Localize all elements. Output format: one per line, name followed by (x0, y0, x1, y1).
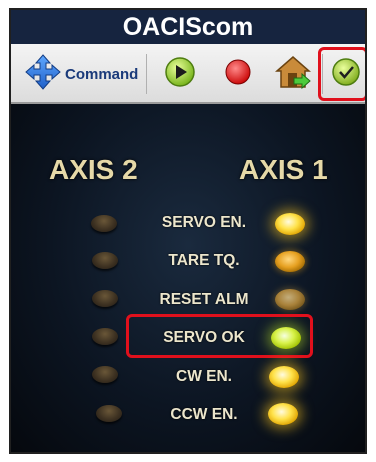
command-label: Command (65, 65, 139, 83)
axis-2-header: AXIS 2 (49, 154, 138, 185)
home-exit-icon (274, 53, 312, 96)
record-icon (224, 58, 252, 91)
oaciscom-window: OACIScom Command AXIS 2 AXIS 1 SERVO EN.… (9, 8, 367, 454)
axis-2-led-cw-en (92, 366, 118, 383)
checkmark-highlight (318, 47, 365, 101)
move-arrows-icon (25, 53, 61, 95)
axis-2-led-servo-ok (92, 328, 118, 345)
axis-2-led-reset-alm (92, 290, 118, 307)
row-label-ccw-en: CCW EN. (170, 406, 238, 423)
axis-2-led-tare-tq (92, 252, 118, 269)
play-button[interactable] (163, 56, 197, 93)
play-icon (164, 56, 196, 93)
home-exit-button[interactable] (273, 54, 313, 94)
axis-1-led-ccw-en (268, 403, 298, 425)
row-label-servo-en: SERVO EN. (161, 214, 247, 231)
axis-1-led-reset-alm (275, 289, 305, 310)
row-label-reset-alm: RESET ALM (159, 291, 249, 308)
axis-2-led-servo-en (91, 215, 117, 232)
servo-ok-highlight (126, 314, 313, 358)
axis-1-led-cw-en (269, 366, 299, 388)
status-panel: AXIS 2 AXIS 1 SERVO EN. TARE TQ. RESET A… (11, 104, 365, 452)
axis-2-led-ccw-en (96, 405, 122, 422)
toolbar-separator (146, 54, 147, 94)
row-label-cw-en: CW EN. (176, 368, 232, 385)
row-label-tare-tq: TARE TQ. (168, 252, 240, 269)
axis-1-header: AXIS 1 (239, 154, 328, 185)
axis-1-led-tare-tq (275, 251, 305, 272)
toolbar: Command (11, 44, 365, 104)
window-title: OACIScom (11, 10, 365, 44)
record-button[interactable] (221, 57, 255, 91)
axis-1-led-servo-en (275, 213, 305, 235)
command-button[interactable]: Command (25, 53, 139, 95)
